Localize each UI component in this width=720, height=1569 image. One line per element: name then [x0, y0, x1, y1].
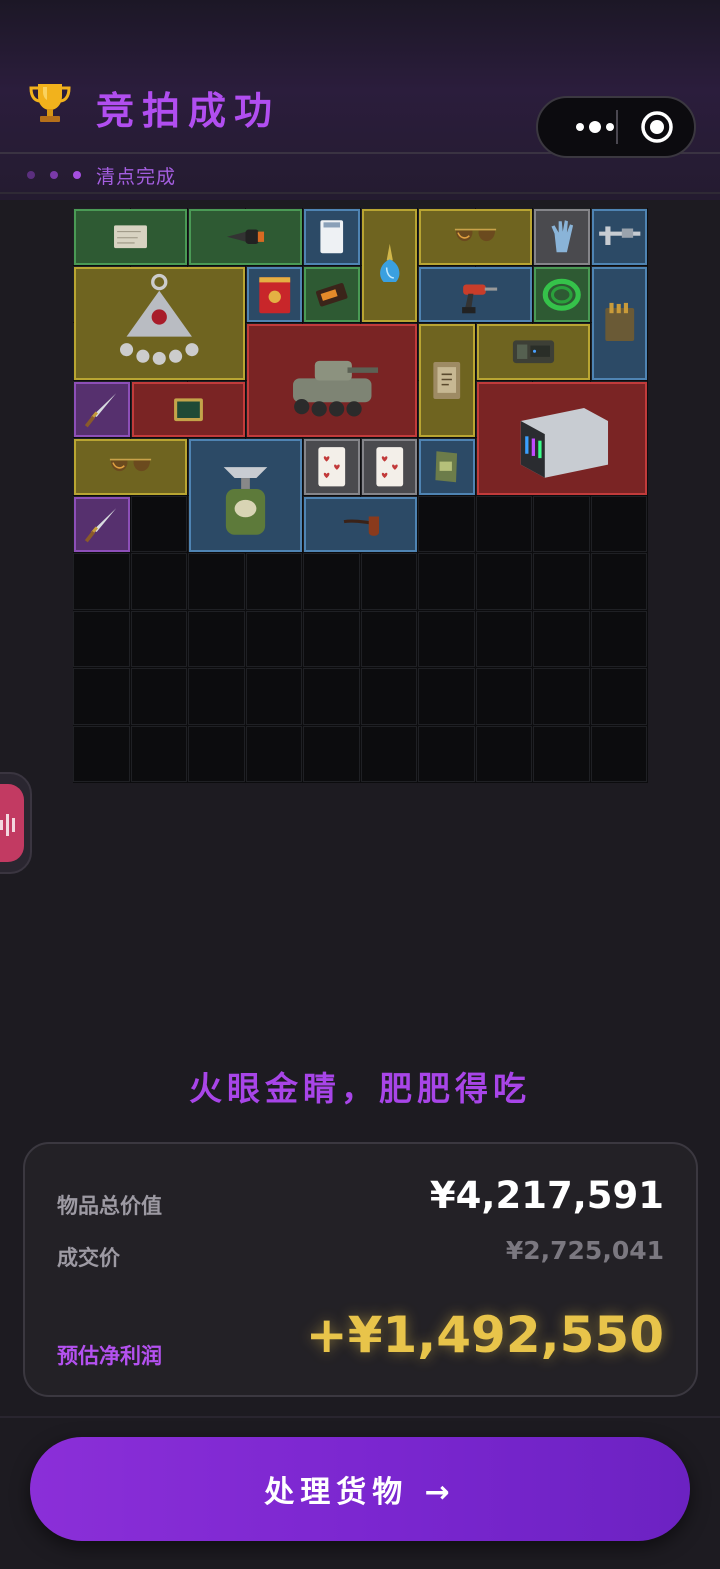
- item-nas-server[interactable]: [476, 381, 647, 495]
- item-dagger[interactable]: [74, 381, 130, 437]
- inventory-slot: [418, 610, 475, 668]
- item-playing-card[interactable]: [361, 439, 417, 495]
- inventory-slot: [188, 610, 245, 668]
- item-wire-coil[interactable]: [534, 266, 590, 322]
- status-bar: 清点完成: [0, 154, 720, 194]
- inventory-slot: [130, 495, 188, 553]
- inventory-slot: [188, 725, 245, 783]
- item-armored-vehicle[interactable]: [246, 324, 417, 437]
- inventory-slot: [590, 610, 648, 668]
- inventory-slot: [245, 668, 303, 725]
- process-goods-label: 处理货物 →: [264, 1475, 456, 1510]
- item-tobacco-pipe[interactable]: [304, 496, 417, 552]
- item-tea-tin[interactable]: [246, 266, 302, 322]
- deal-price-label: 成交价: [57, 1246, 120, 1270]
- item-jade-tablet[interactable]: [131, 381, 245, 437]
- summary-card: 物品总价值 ¥4,217,591 成交价 ¥2,725,041 预估净利润 +¥…: [23, 1142, 698, 1397]
- inventory-slot: [418, 553, 475, 610]
- inventory-slot: [418, 725, 475, 783]
- item-old-book[interactable]: [419, 324, 475, 437]
- item-snack-pack[interactable]: [419, 439, 475, 495]
- page-title: 竞拍成功: [96, 89, 281, 133]
- inventory-slot: [130, 553, 188, 610]
- trophy-icon: [26, 78, 74, 126]
- capsule-divider: [616, 110, 618, 144]
- item-candy-bar[interactable]: [304, 266, 360, 322]
- inventory-slot: [590, 553, 648, 610]
- item-aviator-sunglasses[interactable]: [419, 209, 532, 265]
- floating-side-button[interactable]: [0, 772, 32, 874]
- inventory-slot: [245, 725, 303, 783]
- total-value: ¥4,217,591: [429, 1174, 664, 1217]
- item-map-scroll[interactable]: [74, 209, 187, 265]
- inventory-slot: [360, 553, 418, 610]
- net-profit: +¥1,492,550: [305, 1306, 664, 1364]
- inventory-slot: [418, 668, 475, 725]
- progress-dot: [50, 171, 58, 179]
- inventory-slot: [590, 495, 648, 553]
- header: 竞拍成功: [0, 56, 720, 158]
- audio-wave-icon: [0, 784, 24, 862]
- item-aviator-sunglasses[interactable]: [74, 439, 187, 495]
- item-ammo-box[interactable]: [591, 266, 647, 380]
- inventory-slot: [73, 725, 130, 783]
- inventory-slot: [590, 725, 648, 783]
- status-text: 清点完成: [96, 166, 177, 188]
- item-memory-card[interactable]: [304, 209, 360, 265]
- inventory-slot: [475, 610, 533, 668]
- process-goods-button[interactable]: 处理货物 →: [30, 1437, 690, 1541]
- item-perfume-bottle[interactable]: [361, 209, 417, 322]
- inventory-slot: [130, 610, 188, 668]
- inventory-slot: [303, 610, 360, 668]
- progress-dot: [73, 171, 81, 179]
- progress-dot: [27, 171, 35, 179]
- inventory-slot: [303, 668, 360, 725]
- inventory-slot: [533, 553, 590, 610]
- item-circuit-device[interactable]: [476, 324, 590, 380]
- inventory-slot: [73, 553, 130, 610]
- deal-price: ¥2,725,041: [505, 1236, 664, 1265]
- item-gloves[interactable]: [534, 209, 590, 265]
- inventory-slot: [245, 610, 303, 668]
- slogan: 火眼金睛，肥肥得吃: [189, 1069, 531, 1108]
- inventory-slot: [475, 725, 533, 783]
- inventory-slot: [360, 668, 418, 725]
- inventory-slot: [475, 495, 533, 553]
- total-value-label: 物品总价值: [57, 1194, 162, 1218]
- mini-program-capsule: [536, 96, 696, 158]
- inventory-slot: [303, 553, 360, 610]
- inventory-slot: [130, 668, 188, 725]
- inventory-slot: [73, 668, 130, 725]
- bottom-divider: [0, 1416, 720, 1418]
- profit-label: 预估净利润: [57, 1344, 162, 1368]
- inventory-slot: [533, 610, 590, 668]
- inventory-slot: [533, 725, 590, 783]
- inventory-grid: [73, 208, 648, 783]
- item-cordless-drill[interactable]: [419, 266, 532, 322]
- inventory-slot: [590, 668, 648, 725]
- inventory-slot: [418, 495, 475, 553]
- inventory-slot: [533, 495, 590, 553]
- item-power-drill-bit[interactable]: [189, 209, 302, 265]
- inventory-slot: [303, 725, 360, 783]
- item-silver-pendant[interactable]: [74, 266, 245, 380]
- item-caliper[interactable]: [591, 209, 647, 265]
- more-dots-icon[interactable]: [556, 98, 632, 156]
- inventory-slot: [73, 610, 130, 668]
- inventory-slot: [475, 553, 533, 610]
- item-dagger[interactable]: [74, 496, 130, 552]
- target-circle-icon[interactable]: [640, 110, 674, 144]
- inventory-slot: [188, 668, 245, 725]
- inventory-slot: [475, 668, 533, 725]
- item-camping-stove[interactable]: [189, 439, 302, 552]
- inventory-slot: [245, 553, 303, 610]
- inventory-slot: [533, 668, 590, 725]
- inventory-slot: [130, 725, 188, 783]
- inventory-slot: [188, 553, 245, 610]
- item-playing-card[interactable]: [304, 439, 360, 495]
- inventory-slot: [360, 610, 418, 668]
- inventory-slot: [360, 725, 418, 783]
